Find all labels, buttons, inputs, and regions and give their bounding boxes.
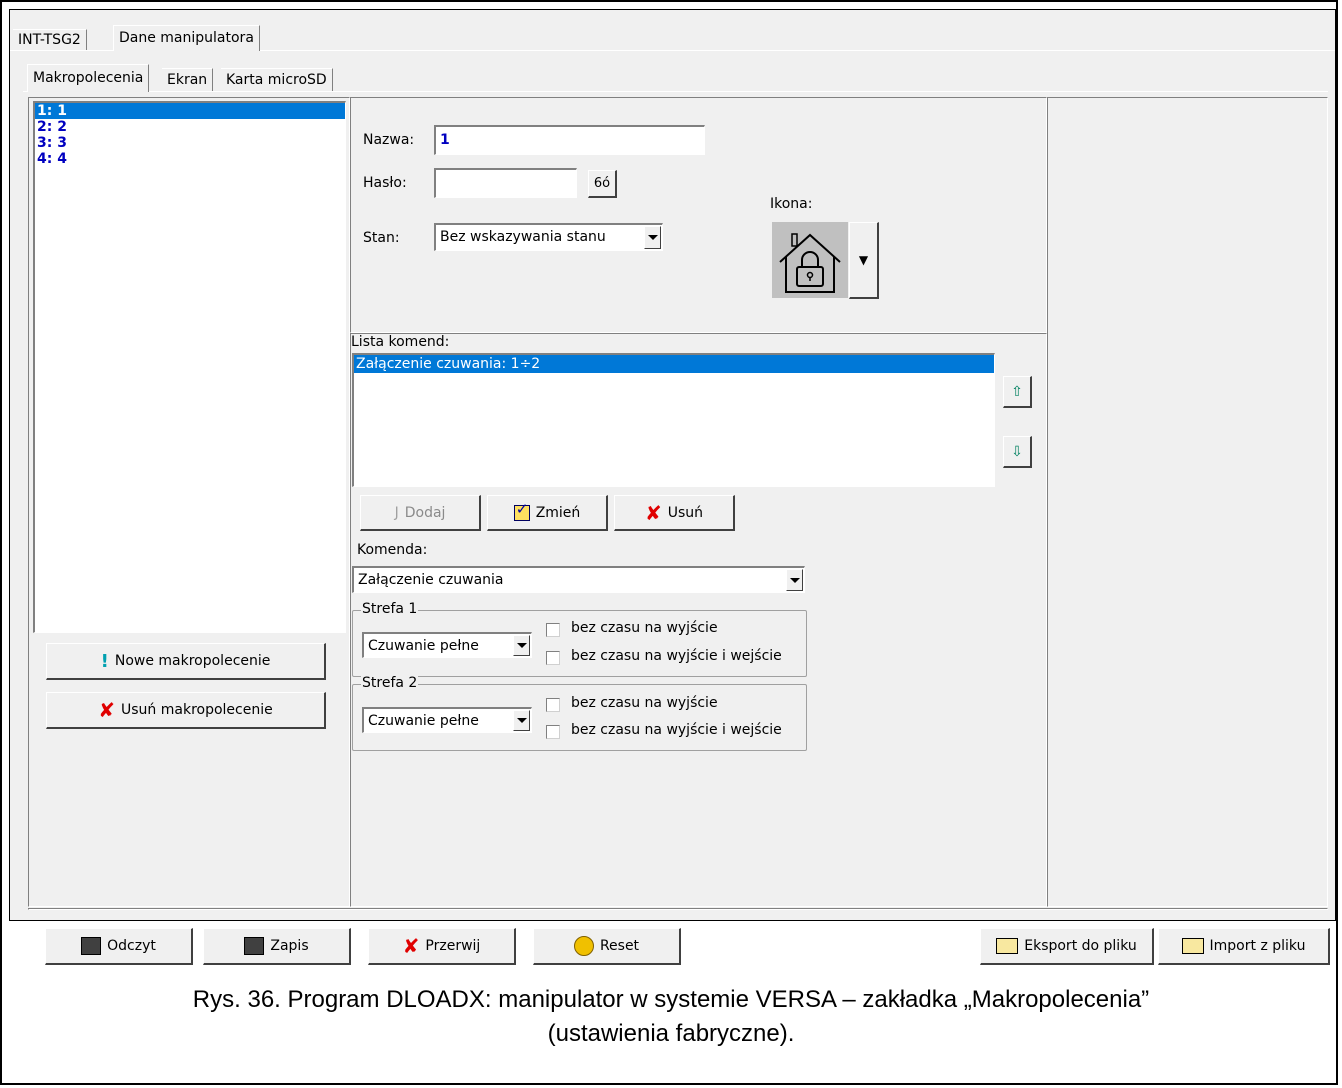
- export-button[interactable]: Eksport do pliku: [980, 928, 1154, 965]
- state-label: Stan:: [363, 230, 400, 246]
- checkbox-check-icon: ✓: [513, 500, 530, 521]
- tab-makropolecenia[interactable]: Makropolecenia: [27, 64, 150, 92]
- zone-1-no-exit-label: bez czasu na wyjście: [571, 620, 718, 636]
- import-label: Import z pliku: [1209, 938, 1306, 954]
- change-label: Zmień: [535, 504, 581, 521]
- zone-2-no-exit-entry-label: bez czasu na wyjście i wejście: [571, 722, 782, 738]
- add-command-button[interactable]: J Dodaj: [360, 495, 481, 531]
- tab-int-tsg2[interactable]: INT-TSG2: [13, 29, 87, 50]
- zone-2-no-exit-checkbox[interactable]: [546, 698, 560, 712]
- list-item[interactable]: 3: 3: [35, 135, 345, 151]
- arrow-down-icon: ⇩: [1011, 443, 1023, 460]
- tab-dane-manipulatora[interactable]: Dane manipulatora: [113, 25, 260, 51]
- change-command-button[interactable]: ✓ Zmień: [487, 495, 608, 531]
- exclamation-icon: !: [100, 650, 109, 672]
- remove-label: Usuń: [667, 504, 704, 521]
- dropdown-arrow-icon[interactable]: [513, 710, 530, 731]
- arrow-up-icon: ⇧: [1011, 383, 1023, 400]
- new-macro-label: Nowe makropolecenie: [114, 653, 271, 669]
- list-item[interactable]: Załączenie czuwania: 1÷2: [354, 355, 994, 373]
- password-input[interactable]: [434, 168, 577, 198]
- list-item[interactable]: 2: 2: [35, 119, 345, 135]
- right-panel: [1047, 97, 1328, 907]
- command-select[interactable]: Załączenie czuwania: [352, 566, 805, 593]
- keypad-write-icon: [244, 937, 265, 955]
- zone-1-no-exit-entry-label: bez czasu na wyjście i wejście: [571, 648, 782, 664]
- read-button[interactable]: Odczyt: [45, 928, 193, 965]
- glasses-icon: 6ó: [593, 176, 611, 191]
- zone-1-no-exit-checkbox[interactable]: [546, 623, 560, 637]
- move-down-button[interactable]: ⇩: [1003, 436, 1032, 468]
- zone-1-no-exit-entry-checkbox[interactable]: [546, 651, 560, 665]
- export-label: Eksport do pliku: [1024, 938, 1137, 954]
- zone-2-no-exit-entry-checkbox[interactable]: [546, 725, 560, 739]
- zone-2-no-exit-label: bez czasu na wyjście: [571, 695, 718, 711]
- dropdown-arrow-icon[interactable]: [644, 226, 661, 249]
- command-list-label: Lista komend:: [351, 334, 450, 350]
- app-window: INT-TSG2 Dane manipulatora Makropoleceni…: [9, 9, 1336, 921]
- figure-frame: INT-TSG2 Dane manipulatora Makropoleceni…: [0, 0, 1338, 1085]
- zone-1-title: Strefa 1: [361, 601, 419, 617]
- zone-2-title: Strefa 2: [361, 675, 419, 691]
- dropdown-arrow-icon[interactable]: [513, 635, 530, 656]
- command-value: Załączenie czuwania: [358, 572, 504, 588]
- zone-1-mode-select[interactable]: Czuwanie pełne: [362, 632, 532, 658]
- state-value: Bez wskazywania stanu: [440, 229, 606, 245]
- delete-macro-button[interactable]: ✘ Usuń makropolecenie: [46, 692, 326, 729]
- reset-label: Reset: [599, 938, 640, 954]
- new-macro-button[interactable]: ! Nowe makropolecenie: [46, 643, 326, 680]
- folder-import-icon: [1181, 938, 1204, 954]
- zone-2-mode-select[interactable]: Czuwanie pełne: [362, 707, 532, 733]
- import-button[interactable]: Import z pliku: [1158, 928, 1330, 965]
- name-input[interactable]: 1: [434, 125, 705, 155]
- remove-command-button[interactable]: ✘ Usuń: [614, 495, 735, 531]
- command-list[interactable]: Załączenie czuwania: 1÷2: [352, 353, 995, 487]
- figure-caption-line2: (ustawienia fabryczne).: [547, 1020, 795, 1047]
- stop-button[interactable]: ✘ Przerwij: [368, 928, 516, 965]
- tab-ekran[interactable]: Ekran: [162, 68, 214, 92]
- icon-label: Ikona:: [770, 196, 813, 212]
- icon-dropdown-button[interactable]: ▼: [849, 222, 879, 299]
- password-label: Hasło:: [363, 175, 407, 191]
- state-select[interactable]: Bez wskazywania stanu: [434, 223, 663, 251]
- red-x-icon: ✘: [98, 698, 116, 722]
- write-button[interactable]: Zapis: [203, 928, 351, 965]
- list-item[interactable]: 4: 4: [35, 151, 345, 167]
- subtab-line: [23, 91, 1328, 92]
- move-up-button[interactable]: ⇧: [1003, 376, 1032, 408]
- stop-label: Przerwij: [425, 938, 481, 954]
- arrow-down-icon: ▼: [858, 253, 869, 267]
- add-label: Dodaj: [404, 504, 446, 521]
- bottom-separator: [28, 908, 1328, 910]
- red-x-icon: ✘: [402, 934, 420, 958]
- house-lock-icon: [779, 233, 841, 293]
- dropdown-arrow-icon[interactable]: [786, 569, 803, 591]
- keypad-read-icon: [81, 937, 102, 955]
- zone-1-mode-value: Czuwanie pełne: [368, 638, 479, 654]
- add-icon: J: [394, 504, 399, 521]
- tab-karta-microsd[interactable]: Karta microSD: [221, 68, 333, 92]
- reset-button[interactable]: Reset: [533, 928, 681, 965]
- list-item[interactable]: 1: 1: [35, 103, 345, 119]
- figure-caption-line1: Rys. 36. Program DLOADX: manipulator w s…: [192, 986, 1150, 1013]
- red-x-icon: ✘: [644, 500, 662, 525]
- folder-export-icon: [996, 938, 1019, 954]
- reset-icon: [573, 936, 594, 956]
- show-password-button[interactable]: 6ó: [588, 170, 617, 198]
- icon-preview[interactable]: [772, 222, 848, 298]
- command-label: Komenda:: [357, 542, 428, 558]
- macro-list[interactable]: 1: 1 2: 2 3: 3 4: 4: [33, 101, 346, 633]
- name-label: Nazwa:: [363, 132, 415, 148]
- delete-macro-label: Usuń makropolecenie: [121, 702, 273, 718]
- write-label: Zapis: [270, 938, 309, 954]
- zone-2-mode-value: Czuwanie pełne: [368, 713, 479, 729]
- read-label: Odczyt: [107, 938, 156, 954]
